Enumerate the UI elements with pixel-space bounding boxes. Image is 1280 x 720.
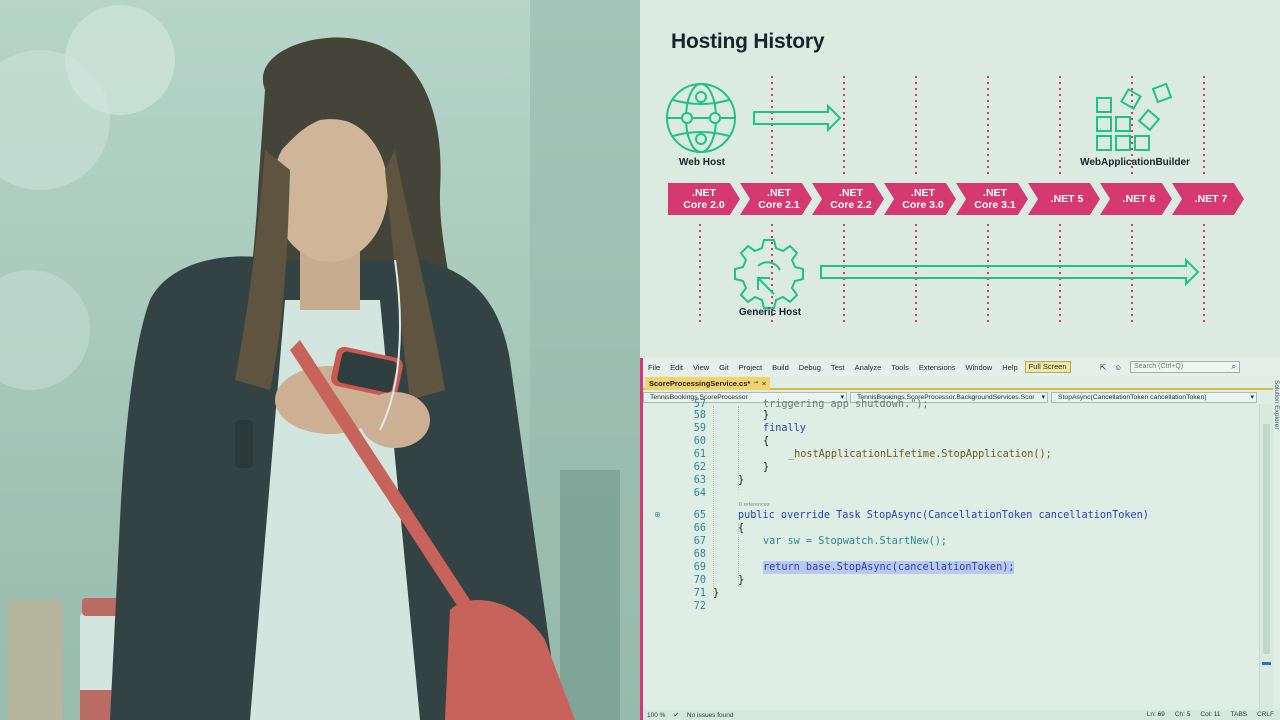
version-chevron: .NET Core 3.0 bbox=[884, 183, 956, 215]
code-line: 63} bbox=[693, 475, 745, 486]
version-timeline: .NET Core 2.0 .NET Core 2.1 .NET Core 2.2 .… bbox=[668, 183, 1244, 215]
file-tab-label: ScoreProcessingService.cs* bbox=[649, 379, 751, 388]
blocks-icon bbox=[1096, 82, 1173, 151]
zoom-level[interactable]: 100 % bbox=[643, 712, 669, 719]
slide: Hosting History Web Host WebApplicationB… bbox=[640, 0, 1280, 358]
solution-explorer-tab[interactable]: Solution Explorer bbox=[1270, 380, 1280, 470]
generic-host-arrow bbox=[820, 257, 1200, 287]
menu-file[interactable]: File bbox=[643, 363, 665, 372]
screen: Hosting History Web Host WebApplicationB… bbox=[0, 0, 1280, 720]
web-host-label: Web Host bbox=[679, 157, 725, 168]
search-placeholder: Search (Ctrl+Q) bbox=[1134, 363, 1184, 370]
caret-marker bbox=[1262, 662, 1271, 665]
photo-tint bbox=[0, 0, 640, 720]
code-editor[interactable]: 57 triggering app shutdown."); 58} 59 fina… bbox=[643, 399, 1259, 706]
menu-edit[interactable]: Edit bbox=[665, 363, 688, 372]
menu-view[interactable]: View bbox=[688, 363, 714, 372]
version-chevron: .NET Core 3.1 bbox=[956, 183, 1028, 215]
version-chevron: .NET 6 bbox=[1100, 183, 1172, 215]
status-right: Ln: 69 Ch: 5 Col: 11 TABS CRLF bbox=[1147, 710, 1274, 720]
code-line: 66{ bbox=[693, 523, 745, 534]
account-icon[interactable]: ☺ bbox=[1114, 363, 1122, 372]
web-host-arrow bbox=[753, 103, 842, 133]
code-line: 65 public override Task StopAsync(Cancell… bbox=[693, 510, 1149, 521]
menu-debug[interactable]: Debug bbox=[794, 363, 826, 372]
pin-icon[interactable]: ⊸ bbox=[753, 377, 758, 390]
char-number: Ch: 5 bbox=[1174, 711, 1191, 718]
issues-status-icon: ✔ bbox=[673, 712, 679, 719]
visual-studio-window: File Edit View Git Project Build Debug T… bbox=[640, 358, 1280, 720]
menu-test[interactable]: Test bbox=[826, 363, 850, 372]
code-line: 70} bbox=[693, 575, 745, 586]
status-bar: 100 % ✔ No issues found Ln: 69 Ch: 5 Col… bbox=[643, 710, 1280, 720]
version-chevron: .NET 7 bbox=[1172, 183, 1244, 215]
line-endings[interactable]: CRLF bbox=[1257, 710, 1274, 720]
code-line: 62} bbox=[693, 462, 770, 473]
search-icon: ⌕ bbox=[1231, 362, 1236, 371]
menu-analyze[interactable]: Analyze bbox=[850, 363, 887, 372]
code-lens-references[interactable]: 0 references bbox=[739, 502, 770, 508]
menu-bar: File Edit View Git Project Build Debug T… bbox=[643, 358, 1280, 376]
version-chevron: .NET 5 bbox=[1028, 183, 1100, 215]
scroll-thumb[interactable] bbox=[1263, 424, 1270, 654]
code-line: 60{ bbox=[693, 436, 770, 447]
globe-icon bbox=[666, 83, 736, 153]
menu-build[interactable]: Build bbox=[767, 363, 794, 372]
version-chevron: .NET Core 2.2 bbox=[812, 183, 884, 215]
gear-icon bbox=[734, 239, 804, 309]
search-input[interactable]: Search (Ctrl+Q) ⌕ bbox=[1130, 361, 1240, 373]
code-line: 59 finally bbox=[693, 423, 806, 434]
menu-window[interactable]: Window bbox=[961, 363, 998, 372]
menu-project[interactable]: Project bbox=[734, 363, 767, 372]
builder-label: WebApplicationBuilder bbox=[1080, 157, 1190, 168]
version-chevron: .NET Core 2.1 bbox=[740, 183, 812, 215]
code-line: 72 bbox=[693, 601, 706, 612]
generic-host-label: Generic Host bbox=[738, 307, 802, 318]
close-icon[interactable]: × bbox=[762, 377, 766, 390]
document-tabs: ScoreProcessingService.cs* ⊸ × bbox=[643, 376, 1273, 390]
version-chevron: .NET Core 2.0 bbox=[668, 183, 740, 215]
code-line: 71} bbox=[693, 588, 720, 599]
file-tab[interactable]: ScoreProcessingService.cs* ⊸ × bbox=[645, 377, 771, 390]
code-line-current: 69 return base.StopAsync(cancellationToke… bbox=[693, 561, 1015, 574]
menu-tools-area: ⇱ ☺ Search (Ctrl+Q) ⌕ bbox=[1100, 361, 1240, 373]
code-line: 64 bbox=[693, 488, 706, 499]
menu-git[interactable]: Git bbox=[714, 363, 734, 372]
feedback-icon[interactable]: ⇱ bbox=[1100, 363, 1106, 372]
column-number: Col: 11 bbox=[1200, 711, 1221, 718]
menu-help[interactable]: Help bbox=[997, 363, 1022, 372]
slide-diagram bbox=[666, 76, 1205, 322]
issues-status[interactable]: No issues found bbox=[683, 712, 738, 719]
code-line: 58} bbox=[693, 410, 770, 421]
indent-mode[interactable]: TABS bbox=[1231, 710, 1248, 720]
code-line: 67 var sw = Stopwatch.StartNew(); bbox=[693, 536, 948, 547]
code-line: 68 bbox=[693, 549, 706, 560]
menu-extensions[interactable]: Extensions bbox=[914, 363, 961, 372]
presenter-photo bbox=[0, 0, 640, 720]
full-screen-button[interactable]: Full Screen bbox=[1024, 361, 1071, 373]
menu-tools[interactable]: Tools bbox=[886, 363, 914, 372]
line-number: Ln: 69 bbox=[1146, 711, 1165, 718]
code-line: 61 _hostApplicationLifetime.StopApplicati… bbox=[693, 449, 1052, 460]
